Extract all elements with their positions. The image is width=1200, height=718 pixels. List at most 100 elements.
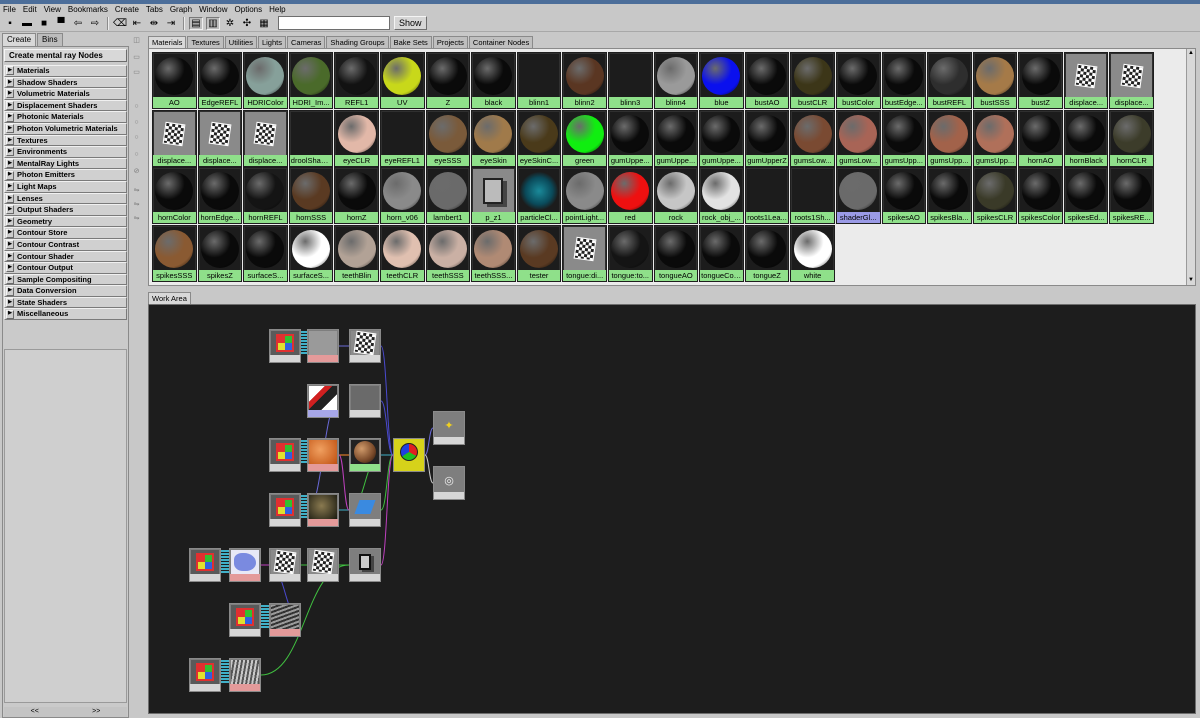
menu-graph[interactable]: Graph (170, 4, 192, 15)
expand-arrow-icon[interactable]: ▶ (6, 193, 14, 203)
material-swatch[interactable]: surfaceS... (243, 224, 288, 282)
search-input[interactable] (278, 16, 390, 30)
material-swatch[interactable]: blue (699, 52, 744, 109)
material-swatch[interactable]: gumsLow... (790, 109, 835, 167)
category-displacement-shaders[interactable]: ▶ Displacement Shaders (4, 99, 127, 112)
scroll-up-icon[interactable]: ▲ (1187, 49, 1195, 58)
file-texture-node[interactable] (229, 548, 261, 582)
material-swatch[interactable]: teethSSS... (471, 224, 516, 282)
material-swatch[interactable]: displace... (197, 109, 243, 167)
material-swatch[interactable]: displace... (243, 109, 288, 167)
place2d-texture-node[interactable] (189, 548, 221, 582)
material-swatch[interactable]: gumsUpp... (927, 109, 972, 167)
material-swatch[interactable]: spikesBla... (927, 167, 972, 224)
tab-create[interactable]: Create (2, 33, 37, 46)
grid-toggle-icon[interactable]: ▦ (257, 17, 271, 30)
material-swatch[interactable]: shaderGl... (835, 167, 881, 224)
scroll-right-button[interactable]: >> (92, 707, 100, 717)
material-swatch[interactable]: hornCLR (1109, 109, 1155, 167)
connection-line[interactable] (338, 454, 350, 511)
eraser-icon[interactable]: ⌫ (113, 17, 127, 30)
material-swatch[interactable]: bustZ (1018, 52, 1063, 109)
material-swatch[interactable]: tongueAO (653, 224, 699, 282)
material-swatch[interactable]: gumUppe... (699, 109, 744, 167)
connection-line[interactable] (424, 427, 434, 456)
material-swatch[interactable]: eyeREFL1 (379, 109, 425, 167)
material-swatch[interactable]: white (790, 224, 835, 282)
category-environments[interactable]: ▶ Environments (4, 146, 127, 158)
material-swatch[interactable]: gumsLow... (835, 109, 881, 167)
material-swatch[interactable]: roots1Sh... (790, 167, 835, 224)
connection-line[interactable] (424, 454, 434, 484)
material-swatch[interactable]: displace... (1063, 52, 1109, 109)
expand-arrow-icon[interactable]: ▶ (6, 263, 14, 273)
material-swatch[interactable]: spikesEd... (1063, 167, 1109, 224)
expand-arrow-icon[interactable]: ▶ (6, 251, 14, 261)
material-swatch[interactable]: surfaceS... (288, 224, 334, 282)
material-swatch[interactable]: spikesCLR (972, 167, 1018, 224)
material-swatch[interactable]: bustAO (744, 52, 790, 109)
rearrange-graph-icon[interactable]: ✲ (223, 17, 237, 30)
material-swatch[interactable]: tongue:di... (562, 224, 607, 282)
tab-projects[interactable]: Projects (432, 36, 468, 48)
material-swatch[interactable]: HDRI_Im... (288, 52, 334, 109)
skin-material-node[interactable] (349, 438, 381, 472)
menu-create[interactable]: Create (115, 4, 139, 15)
side-tool-icon[interactable]: ⇋ (131, 185, 142, 196)
category-contour-output[interactable]: ▶ Contour Output (4, 262, 127, 274)
displacement-node[interactable] (307, 548, 339, 582)
place2d-texture-node[interactable] (269, 438, 301, 472)
displacement-node[interactable] (269, 548, 301, 582)
material-swatch[interactable]: tongueColor (699, 224, 744, 282)
material-swatch[interactable]: green (562, 109, 607, 167)
category-mentalray-lights[interactable]: ▶ MentalRay Lights (4, 157, 127, 170)
material-swatch[interactable]: black (471, 52, 516, 109)
category-photon-emitters[interactable]: ▶ Photon Emitters (4, 169, 127, 181)
expand-arrow-icon[interactable]: ▶ (6, 101, 14, 111)
graph-input-output-icon[interactable]: ⇹ (147, 17, 161, 30)
tab-textures[interactable]: Textures (187, 36, 224, 48)
category-contour-store[interactable]: ▶ Contour Store (4, 227, 127, 239)
tab-utilities[interactable]: Utilities (224, 36, 257, 48)
ramp-texture-node[interactable] (307, 384, 339, 418)
texture-node[interactable] (307, 329, 339, 363)
material-swatch[interactable]: EdgeREFL (197, 52, 243, 109)
material-swatch[interactable]: teethSSS (425, 224, 471, 282)
expand-arrow-icon[interactable]: ▶ (6, 170, 14, 180)
menu-file[interactable]: File (3, 4, 16, 15)
material-swatch[interactable]: pointLight... (562, 167, 607, 224)
tab-bins[interactable]: Bins (37, 33, 63, 46)
expand-arrow-icon[interactable]: ▶ (6, 217, 14, 227)
expand-arrow-icon[interactable]: ▶ (6, 274, 14, 284)
category-contour-contrast[interactable]: ▶ Contour Contrast (4, 238, 127, 251)
tab-materials[interactable]: Materials (148, 36, 187, 48)
material-swatch[interactable]: Z (425, 52, 471, 109)
tab-lights[interactable]: Lights (257, 36, 286, 48)
side-tool-icon[interactable]: ⊘ (131, 166, 142, 177)
expand-arrow-icon[interactable]: ▶ (6, 286, 14, 296)
material-swatch[interactable]: eyeSSS (425, 109, 471, 167)
material-swatch[interactable]: rock_obj_... (699, 167, 744, 224)
fur-texture-node[interactable] (269, 603, 301, 637)
menu-options[interactable]: Options (235, 4, 263, 15)
material-swatch[interactable]: lambert1 (425, 167, 471, 224)
side-tool-icon[interactable]: ○ (131, 132, 142, 143)
mia-material-node[interactable] (393, 438, 425, 472)
material-swatch[interactable]: hornColor (152, 167, 197, 224)
material-swatch[interactable]: eyeSkinC... (516, 109, 562, 167)
category-shadow-shaders[interactable]: ▶ Shadow Shaders (4, 76, 127, 89)
material-swatch[interactable]: droolShader (288, 109, 334, 167)
tab-shading-groups[interactable]: Shading Groups (326, 36, 389, 48)
material-swatch[interactable]: eyeCLR (334, 109, 379, 167)
category-sample-compositing[interactable]: ▶ Sample Compositing (4, 273, 127, 286)
category-photonic-materials[interactable]: ▶ Photonic Materials (4, 111, 127, 123)
material-swatch[interactable]: gumsUpp... (881, 109, 927, 167)
material-swatch[interactable]: HDRIColor (243, 52, 288, 109)
bump-node[interactable] (349, 384, 381, 418)
arrow-right-icon[interactable]: ⇨ (88, 17, 102, 30)
fur-texture-node[interactable] (229, 658, 261, 692)
side-tool-icon[interactable]: ○ (131, 101, 142, 112)
material-swatch[interactable]: bustEdge... (881, 52, 927, 109)
file-texture-node[interactable] (307, 493, 339, 527)
material-swatch[interactable]: hornZ (334, 167, 379, 224)
